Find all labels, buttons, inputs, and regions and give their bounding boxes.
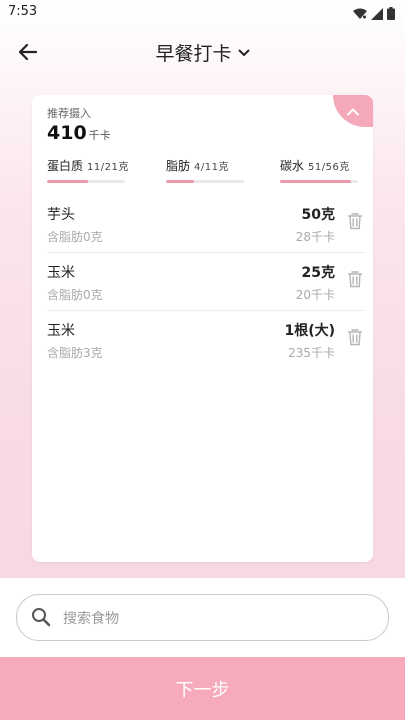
trash-icon[interactable] [347, 328, 363, 346]
page-title: 早餐打卡 [155, 43, 232, 65]
macro-name: 蛋白质 [47, 159, 84, 173]
food-name: 玉米 [47, 323, 75, 339]
meal-title-selector[interactable]: 早餐打卡 [0, 39, 405, 66]
search-placeholder: 搜索食物 [63, 611, 119, 627]
food-list: 芋头 含脂肪0克 50克 28千卡 玉米 含脂肪0克 25克 20千卡 玉米 含… [47, 195, 365, 368]
status-icons [353, 5, 395, 24]
wifi-icon [353, 5, 367, 24]
food-calories: 28千卡 [295, 230, 335, 244]
calorie-unit: 千卡 [88, 129, 111, 142]
signal-icon [371, 5, 383, 24]
status-bar: 7:53 [0, 0, 405, 26]
meal-card: 推荐摄入 410 千卡 蛋白质 11/21克 脂肪 4/11克 碳水 51/56克 芋头… [32, 95, 373, 562]
food-item[interactable]: 玉米 含脂肪3克 1根(大) 235千卡 [47, 311, 365, 368]
food-calories: 20千卡 [295, 288, 335, 302]
food-name: 玉米 [47, 265, 75, 281]
calorie-value: 410 [47, 122, 87, 144]
food-item[interactable]: 玉米 含脂肪0克 25克 20千卡 [47, 253, 365, 311]
macro-value: 11/21克 [87, 162, 129, 173]
macro-protein: 蛋白质 11/21克 [47, 155, 129, 183]
food-name: 芋头 [47, 207, 75, 223]
chevron-up-icon [347, 107, 359, 115]
food-fat: 含脂肪3克 [47, 346, 103, 360]
macro-progress-fill [47, 180, 88, 183]
trash-icon[interactable] [347, 270, 363, 288]
macro-name: 碳水 [280, 159, 305, 173]
recommended-calories: 410 千卡 [47, 122, 111, 144]
food-quantity: 25克 [301, 265, 335, 281]
food-quantity: 50克 [301, 207, 335, 223]
macro-progress-bar [166, 180, 244, 183]
food-fat: 含脂肪0克 [47, 288, 103, 302]
macro-carbs: 碳水 51/56克 [280, 155, 358, 183]
food-fat: 含脂肪0克 [47, 230, 103, 244]
recommended-label: 推荐摄入 [47, 107, 91, 120]
macro-progress-fill [166, 180, 195, 183]
food-quantity: 1根(大) [284, 323, 335, 339]
collapse-button[interactable] [333, 95, 373, 127]
next-button[interactable]: 下一步 [0, 657, 405, 720]
macro-fat: 脂肪 4/11克 [166, 155, 244, 183]
macro-progress-fill [280, 180, 351, 183]
next-button-label: 下一步 [175, 679, 230, 701]
search-icon [32, 608, 51, 627]
chevron-down-icon [238, 49, 249, 56]
macro-progress-bar [280, 180, 358, 183]
macro-value: 51/56克 [308, 162, 350, 173]
food-item[interactable]: 芋头 含脂肪0克 50克 28千卡 [47, 195, 365, 253]
food-calories: 235千卡 [288, 346, 335, 360]
status-time: 7:53 [8, 4, 38, 19]
search-panel: 搜索食物 [0, 578, 405, 658]
search-input[interactable]: 搜索食物 [16, 594, 389, 641]
app-bar: 早餐打卡 [0, 30, 405, 74]
macro-value: 4/11克 [194, 162, 229, 173]
macro-progress-bar [47, 180, 125, 183]
trash-icon[interactable] [347, 212, 363, 230]
battery-icon [387, 5, 395, 24]
macro-name: 脂肪 [166, 159, 191, 173]
